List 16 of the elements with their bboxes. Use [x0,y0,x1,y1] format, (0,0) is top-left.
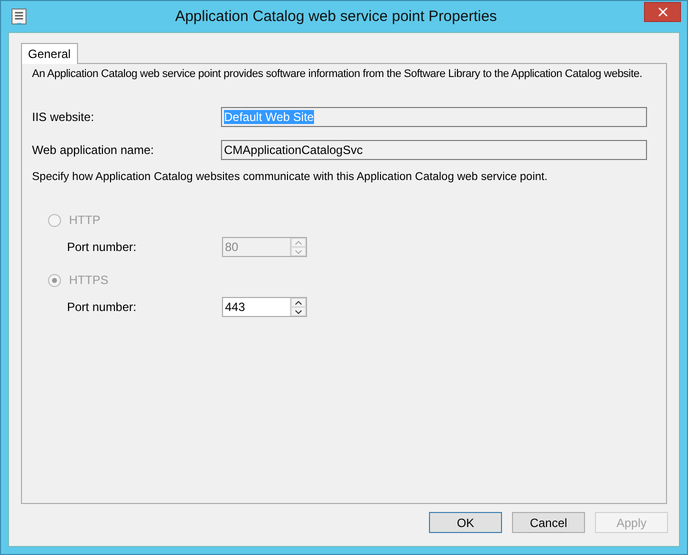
field-label: Web application name: [32,143,155,157]
radio-label: HTTP [69,213,100,227]
radio-label: HTTPS [69,273,108,287]
window-title: Application Catalog web service point Properties [174,8,498,25]
field-label: Port number: [67,300,138,314]
instruction-text: Specify how Application Catalog websites communicate with this Application Catalog web service point. [32,171,549,183]
dialog-button[interactable]: OK [429,512,502,533]
dialog-button[interactable]: Cancel [512,512,585,533]
close-icon [658,6,668,16]
close-button[interactable] [644,2,681,22]
text-field[interactable]: CMApplicationCatalogSvc [221,140,647,160]
field-label: Port number: [67,240,138,254]
field-label: IIS website: [32,110,96,124]
document-icon [10,8,28,26]
tab[interactable]: General [21,43,78,64]
description-text: An Application Catalog web service point provides software information from the Software Library to the Application Catalog website. [32,68,644,80]
